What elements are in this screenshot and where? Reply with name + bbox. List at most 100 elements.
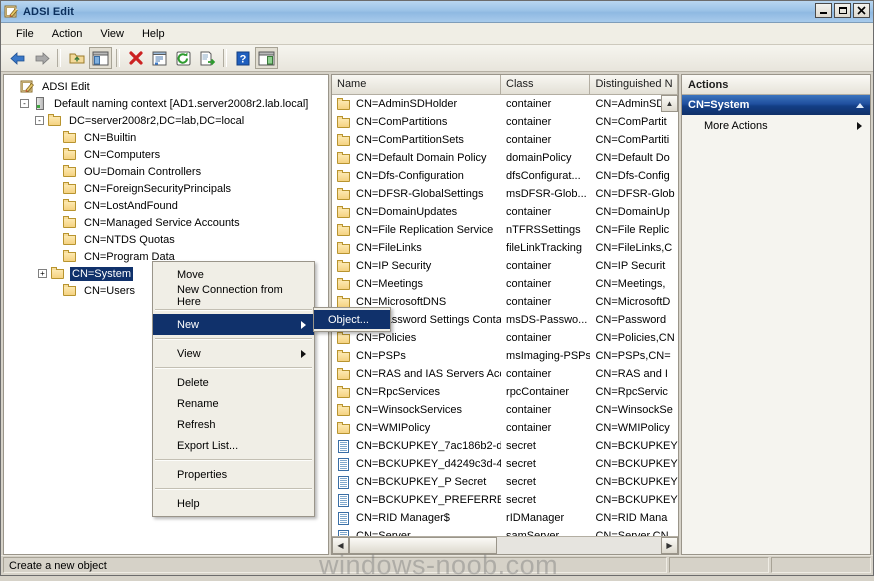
context-menu-item-export-list[interactable]: Export List... [153,435,314,456]
column-header-distinguished-name[interactable]: Distinguished N [590,75,678,94]
help-icon[interactable]: ? [231,47,254,69]
table-row[interactable]: CN=WMIPolicy container CN=WMIPolicy [332,419,678,437]
delete-icon[interactable] [124,47,147,69]
table-row[interactable]: CN=AdminSDHolder container CN=AdminSDH [332,95,678,113]
context-menu-item-help[interactable]: Help [153,493,314,514]
table-row[interactable]: CN=File Replication Service nTFRSSettings… [332,221,678,239]
cell-name-label: CN=RAS and IAS Servers Acc... [356,368,502,380]
cell-class: domainPolicy [506,152,572,164]
submenu-item-label: Object... [328,313,369,326]
tree-item-ntds-quotas[interactable]: CN=NTDS Quotas [8,231,328,248]
close-button[interactable] [853,3,870,18]
context-menu-item-delete[interactable]: Delete [153,372,314,393]
scroll-left-button[interactable]: ◀ [332,537,349,554]
list-horizontal-scrollbar[interactable]: ◀ ▶ [332,536,678,554]
tree-item-computers[interactable]: CN=Computers [8,146,328,163]
title-bar: ADSI Edit [1,1,873,23]
table-row[interactable]: CN=Default Domain Policy domainPolicy CN=D… [332,149,678,167]
actions-group-header[interactable]: CN=System [682,95,870,115]
minimize-button[interactable] [815,3,832,18]
cell-name: CN=Dfs-Configuration [332,169,501,184]
tree-item-builtin[interactable]: CN=Builtin [8,129,328,146]
cell-name-label: CN=IP Security [356,260,432,272]
context-menu-item-refresh[interactable]: Refresh [153,414,314,435]
hscroll-track[interactable] [497,537,661,554]
tree-item-foreignsecurityprincipals[interactable]: CN=ForeignSecurityPrincipals [8,180,328,197]
table-row[interactable]: CN=WinsockServices container CN=WinsockSe [332,401,678,419]
up-folder-icon[interactable] [65,47,88,69]
list-vertical-scrollbar[interactable]: ▲ [661,95,678,536]
tree-item-label: CN=System [70,266,133,281]
secret-icon [336,475,352,490]
cell-name-label: CN=BCKUPKEY_7ac186b2-d1... [356,440,502,452]
tree-item-default-naming-context[interactable]: - Default naming context [AD1.server2008… [8,95,328,112]
status-cell-tertiary [771,557,871,573]
cell-name-label: CN=Server [356,530,411,536]
tree-expander[interactable]: + [38,269,47,278]
table-row[interactable]: CN=Dfs-Configuration dfsConfigurat... CN=D… [332,167,678,185]
table-row[interactable]: CN=RpcServices rpcContainer CN=RpcServic [332,383,678,401]
tree-item-domain-controllers[interactable]: OU=Domain Controllers [8,163,328,180]
menu-file[interactable]: File [7,26,43,42]
menu-view[interactable]: View [91,26,133,42]
tree-expander[interactable]: - [35,116,44,125]
chevron-up-icon[interactable] [856,102,864,108]
show-hide-tree-icon[interactable] [89,47,112,69]
table-row[interactable]: CN=FileLinks fileLinkTracking CN=FileLinks… [332,239,678,257]
action-more-actions[interactable]: More Actions [682,115,870,137]
tree-item-domain-root[interactable]: - DC=server2008r2,DC=lab,DC=local [8,112,328,129]
cell-name-label: CN=BCKUPKEY_PREFERRED ... [356,494,502,506]
context-menu-item-label: Refresh [177,418,216,431]
export-list-icon[interactable] [196,47,219,69]
cell-class: container [506,116,552,128]
context-menu-item-new[interactable]: New [153,314,314,335]
context-menu-item-properties[interactable]: Properties [153,464,314,485]
tree-expander[interactable]: - [20,99,29,108]
column-header-class[interactable]: Class [501,75,591,94]
menu-help[interactable]: Help [133,26,174,42]
table-row[interactable]: CN=RAS and IAS Servers Acc... container CN… [332,365,678,383]
forward-arrow-icon[interactable] [30,47,53,69]
column-header-name[interactable]: Name [332,75,502,94]
table-row[interactable]: CN=PSPs msImaging-PSPs CN=PSPs,CN= [332,347,678,365]
show-action-pane-icon[interactable] [255,47,278,69]
table-row[interactable]: CN=IP Security container CN=IP Securit [332,257,678,275]
refresh-icon[interactable] [172,47,195,69]
table-row[interactable]: CN=DFSR-GlobalSettings msDFSR-Glob... CN=D… [332,185,678,203]
table-row[interactable]: CN=DomainUpdates container CN=DomainUp [332,203,678,221]
table-row[interactable]: CN=RID Manager$ rIDManager CN=RID Mana [332,509,678,527]
cell-name-label: CN=FileLinks [356,242,422,254]
table-row[interactable]: CN=Meetings container CN=Meetings, [332,275,678,293]
context-menu-item-rename[interactable]: Rename [153,393,314,414]
cell-class: rIDManager [506,512,565,524]
folder-icon [336,259,352,274]
context-menu-separator [155,309,312,311]
scroll-up-button[interactable]: ▲ [661,95,678,112]
context-menu-item-new-connection-from-here[interactable]: New Connection from Here [153,284,314,308]
context-menu-item-move[interactable]: Move [153,264,314,285]
cell-name-label: CN=AdminSDHolder [356,98,458,110]
maximize-button[interactable] [834,3,851,18]
context-menu-item-view[interactable]: View [153,343,314,364]
properties-icon[interactable] [148,47,171,69]
tree-item-lostandfound[interactable]: CN=LostAndFound [8,197,328,214]
table-row[interactable]: CN=BCKUPKEY_d4249c3d-4b...secretCN=BCKUP… [332,455,678,473]
table-row[interactable]: CN=BCKUPKEY_P Secret secret CN=BCKUPKEY [332,473,678,491]
tree-item-adsi-edit[interactable]: ADSI Edit [8,78,328,95]
table-row[interactable]: CN=Server samServer CN=Server,CN [332,527,678,536]
scroll-right-button[interactable]: ▶ [661,537,678,554]
folder-icon [62,249,78,264]
table-row[interactable]: CN=BCKUPKEY_PREFERRED ...secretCN=BCKUPK… [332,491,678,509]
table-row[interactable]: CN=BCKUPKEY_7ac186b2-d1...secretCN=BCKUP… [332,437,678,455]
back-arrow-icon[interactable] [6,47,29,69]
toolbar: ? [1,45,873,72]
submenu-item-object[interactable]: Object... [314,310,390,329]
table-row[interactable]: CN=ComPartitionSets container CN=ComPartit… [332,131,678,149]
context-menu-separator [155,367,312,369]
table-row[interactable]: CN=ComPartitions container CN=ComPartit [332,113,678,131]
chevron-right-icon [301,320,306,329]
hscroll-thumb[interactable] [349,537,497,554]
menu-action[interactable]: Action [43,26,92,42]
folder-icon [336,223,352,238]
tree-item-managed-service-accounts[interactable]: CN=Managed Service Accounts [8,214,328,231]
